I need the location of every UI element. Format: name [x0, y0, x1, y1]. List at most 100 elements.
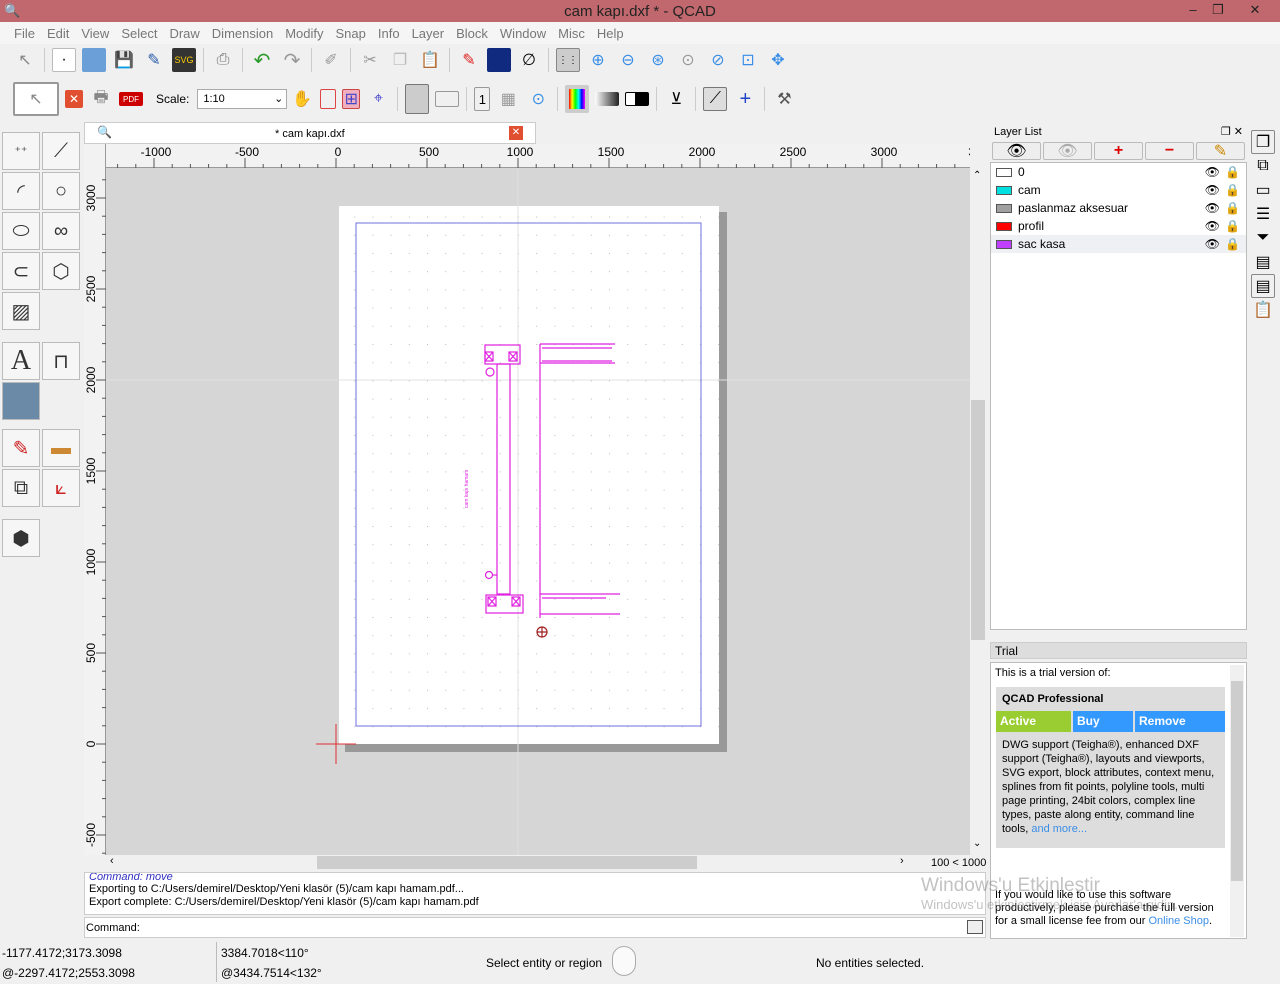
dimension-tool-icon[interactable]: ⊓ [42, 342, 80, 380]
lock-icon[interactable]: 🔒 [1225, 237, 1240, 251]
save-as-icon[interactable]: ✎ [142, 48, 166, 72]
select-tool-button[interactable]: ↖ [13, 82, 59, 116]
menu-select[interactable]: Select [115, 22, 163, 44]
layer-row[interactable]: sac kasa 👁 🔒 [991, 235, 1246, 253]
vertical-scroll-thumb[interactable] [971, 400, 985, 640]
edit-layer-icon[interactable]: ✎ [1196, 142, 1245, 160]
eye-icon[interactable]: 👁 [1205, 219, 1220, 233]
undo-icon[interactable]: ↶ [250, 48, 274, 72]
eye-icon[interactable]: 👁 [1205, 237, 1220, 251]
menu-edit[interactable]: Edit [41, 22, 75, 44]
scroll-up-icon[interactable]: ⌃ [973, 170, 981, 181]
menu-block[interactable]: Block [450, 22, 494, 44]
new-file-icon[interactable]: · [52, 48, 76, 72]
menu-misc[interactable]: Misc [552, 22, 591, 44]
menu-layer[interactable]: Layer [406, 22, 451, 44]
cut-icon[interactable]: ✂ [358, 48, 382, 72]
auto-fit-icon[interactable]: ⌖ [366, 87, 390, 111]
menu-file[interactable]: File [8, 22, 41, 44]
spline-tool-icon[interactable]: ∞ [42, 212, 80, 250]
drawing-canvas[interactable]: cam kapı hamam [106, 168, 970, 855]
3d-box-tool-icon[interactable]: ⬢ [2, 519, 40, 557]
command-window-icon[interactable] [967, 920, 983, 934]
and-more-link[interactable]: and more... [1031, 823, 1087, 835]
hand-pan-icon[interactable]: ✋ [290, 87, 314, 111]
maximize-button[interactable]: ❐ [1203, 2, 1233, 18]
eye-icon[interactable]: 👁 [1205, 201, 1220, 215]
block-tool-icon[interactable]: ⧉ [2, 469, 40, 507]
dock-close-icon[interactable]: ❐ ✕ [1221, 125, 1243, 138]
zoom-auto-icon[interactable]: ⊛ [646, 48, 670, 72]
pen-icon[interactable]: ✎ [457, 48, 481, 72]
page-number-icon[interactable]: 1 [474, 87, 491, 111]
snap-tool-icon[interactable]: ⟀ [42, 469, 80, 507]
paste-icon[interactable]: 📋 [418, 48, 442, 72]
ellipse-tool-icon[interactable]: ⬭ [2, 212, 40, 250]
show-all-layers-icon[interactable]: 👁 [992, 142, 1041, 160]
trial-panel-icon[interactable]: ▤ [1251, 274, 1275, 298]
save-icon[interactable]: 💾 [112, 48, 136, 72]
eye-icon[interactable]: 👁 [1205, 165, 1220, 179]
drawing-preferences-icon[interactable] [487, 48, 511, 72]
scale-select[interactable]: 1:10 ⌄ [197, 89, 288, 109]
menu-snap[interactable]: Snap [330, 22, 372, 44]
close-tab-icon[interactable]: ✕ [509, 126, 523, 140]
lock-icon[interactable]: 🔒 [1225, 219, 1240, 233]
pan-icon[interactable]: ✥ [766, 48, 790, 72]
copy-icon[interactable]: ❐ [388, 48, 412, 72]
arc-tool-icon[interactable]: ◜ [2, 172, 40, 210]
add-layer-icon[interactable]: + [1094, 142, 1143, 160]
buy-button[interactable]: Buy [1073, 711, 1133, 732]
menu-modify[interactable]: Modify [279, 22, 329, 44]
zoom-selection-icon[interactable]: ⊘ [706, 48, 730, 72]
svg-export-icon[interactable]: SVG [172, 48, 196, 72]
remove-button[interactable]: Remove [1135, 711, 1225, 732]
block-list-icon[interactable]: ⧉ [1251, 154, 1275, 178]
menu-view[interactable]: View [75, 22, 115, 44]
horizontal-scrollbar[interactable]: ‹ › [106, 855, 916, 870]
clipboard-icon[interactable]: 📋 [1251, 298, 1275, 322]
points-tool-icon[interactable]: ⁺⁺ [2, 132, 40, 170]
fit-page-icon[interactable] [320, 89, 337, 109]
landscape-icon[interactable] [435, 91, 460, 107]
offset-icon[interactable]: ⊻ [664, 87, 688, 111]
print-icon[interactable]: 🖶 [89, 87, 113, 111]
zoom-page-icon[interactable]: ⊙ [526, 87, 550, 111]
modify-tool-icon[interactable]: ✎ [2, 429, 40, 467]
menu-help[interactable]: Help [591, 22, 630, 44]
close-print-preview-icon[interactable]: ✕ [65, 90, 83, 108]
scroll-left-icon[interactable]: ‹ [110, 855, 114, 867]
grid-toggle-icon[interactable]: ⋮⋮ [556, 48, 580, 72]
active-button[interactable]: Active [996, 711, 1071, 732]
library-icon[interactable]: ▭ [1251, 178, 1275, 202]
scroll-right-icon[interactable]: › [900, 855, 904, 867]
menu-dimension[interactable]: Dimension [206, 22, 279, 44]
vertical-scrollbar[interactable]: ⌃ ⌄ [970, 168, 986, 855]
lock-icon[interactable]: 🔒 [1225, 183, 1240, 197]
command-line[interactable]: Command: [84, 917, 986, 938]
menu-draw[interactable]: Draw [163, 22, 205, 44]
horizontal-scroll-thumb[interactable] [317, 856, 697, 869]
add-crosshair-icon[interactable]: + [733, 87, 757, 111]
close-button[interactable]: ✕ [1240, 2, 1270, 18]
hide-all-layers-icon[interactable]: 👁 [1043, 142, 1092, 160]
open-folder-icon[interactable] [82, 48, 106, 72]
hatch-tool-icon[interactable]: ▨ [2, 292, 40, 330]
color-mode-icon[interactable] [565, 85, 590, 113]
measure-tool-icon[interactable]: ▬ [42, 429, 80, 467]
circle-slash-icon[interactable]: ∅ [517, 48, 541, 72]
crosshair-toggle-icon[interactable]: ⟋ [703, 87, 728, 111]
grayscale-icon[interactable] [595, 92, 620, 106]
menu-info[interactable]: Info [372, 22, 406, 44]
scroll-down-icon[interactable]: ⌄ [973, 838, 981, 849]
remove-layer-icon[interactable]: − [1145, 142, 1194, 160]
zoom-previous-icon[interactable]: ⊙ [676, 48, 700, 72]
layer-row[interactable]: cam 👁 🔒 [991, 181, 1246, 199]
layer-row[interactable]: profil 👁 🔒 [991, 217, 1246, 235]
image-tool-icon[interactable] [2, 382, 40, 420]
center-page-icon[interactable]: ⊞ [342, 89, 361, 109]
zoom-out-icon[interactable]: ⊖ [616, 48, 640, 72]
layer-row[interactable]: paslanmaz aksesuar 👁 🔒 [991, 199, 1246, 217]
lock-icon[interactable]: 🔒 [1225, 201, 1240, 215]
lock-icon[interactable]: 🔒 [1225, 165, 1240, 179]
